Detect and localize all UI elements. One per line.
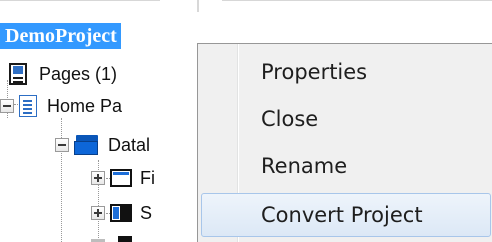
project-title[interactable]: DemoProject [0,23,121,49]
collapse-icon[interactable] [0,99,14,113]
tree-item-child[interactable]: S [91,199,152,227]
top-border-left [0,0,160,1]
context-menu: Properties Close Rename Convert Project [197,43,492,242]
partial-tree-icon [118,236,132,242]
pages-icon [9,63,27,85]
menu-item-label: Rename [261,154,348,178]
menu-item-label: Properties [261,60,368,84]
column-divider[interactable] [197,0,199,12]
menu-item-label: Close [261,107,319,131]
split-layout-icon [110,204,132,222]
frame-icon [110,169,132,187]
collapse-icon[interactable] [55,138,69,152]
tree-item-pages[interactable]: Pages (1) [9,60,117,88]
tree-item-label: Home Pa [47,96,123,116]
menu-item-rename[interactable]: Rename [201,144,491,188]
expand-icon[interactable] [91,171,105,185]
tree-item-child[interactable]: Fi [91,164,155,192]
project-explorer: DemoProject Pages (1) Home Pa Datal Fi S [0,0,492,242]
menu-item-label: Convert Project [261,203,423,227]
tree-item-label: Fi [140,168,155,188]
tree-item-label: S [140,203,153,223]
top-border-right [222,0,492,1]
menu-item-convert-project[interactable]: Convert Project [201,193,491,237]
tree-item-folder[interactable]: Datal [55,131,150,159]
menu-item-close[interactable]: Close [201,97,491,141]
folder-icon [74,135,100,155]
expand-icon[interactable] [91,206,105,220]
tree-item-label: Pages (1) [39,64,118,84]
menu-item-properties[interactable]: Properties [201,50,491,94]
tree-item-label: Datal [108,135,151,155]
top-strip [0,0,492,8]
tree-item-home-page[interactable]: Home Pa [0,92,122,120]
document-icon [19,95,37,117]
